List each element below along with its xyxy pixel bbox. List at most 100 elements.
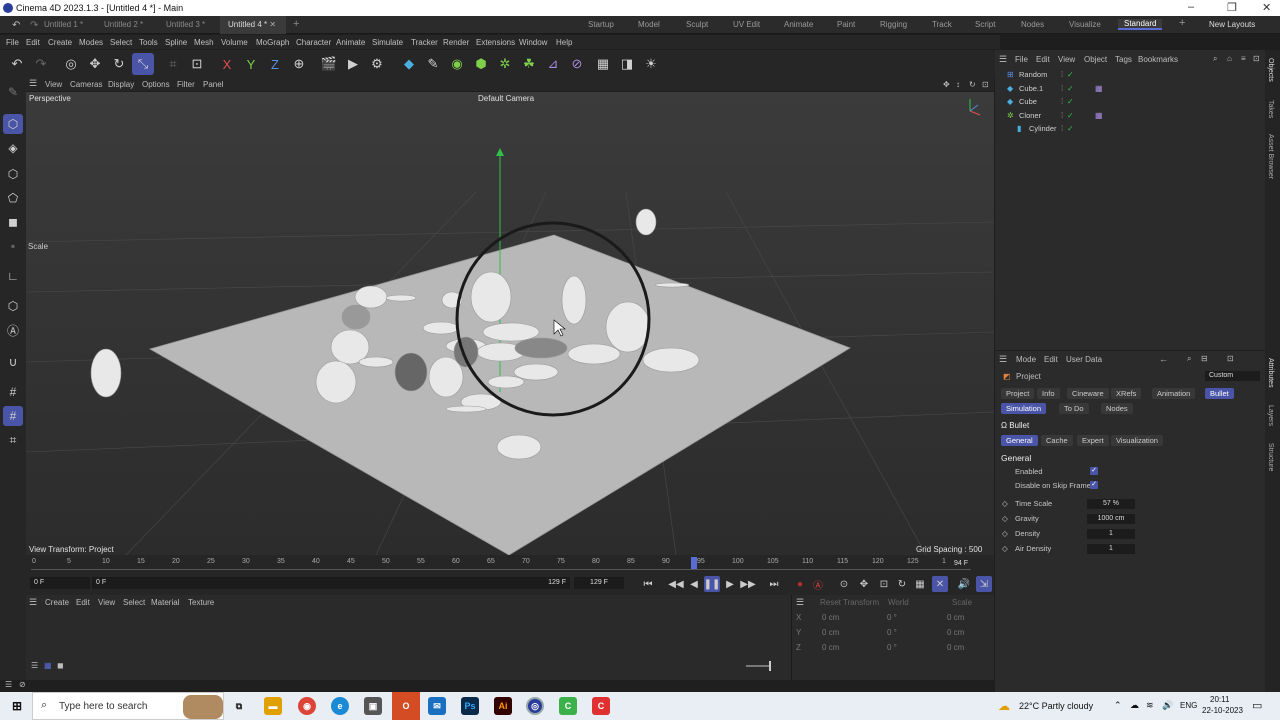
coord-position-field[interactable]: 0 cm: [822, 643, 839, 652]
keyframe-selection-icon[interactable]: ⊙: [836, 576, 852, 592]
obj-new-window-icon[interactable]: ⊡: [1253, 54, 1260, 63]
redo-icon[interactable]: ↷: [30, 53, 52, 75]
layout-uv-edit[interactable]: UV Edit: [733, 20, 760, 29]
interpolation-icon[interactable]: ✕: [932, 576, 948, 592]
viewport-solo-icon[interactable]: Ⓐ: [3, 320, 23, 340]
start-frame-field[interactable]: 0 F: [30, 577, 90, 589]
layout-visualize[interactable]: Visualize: [1069, 20, 1101, 29]
object-row[interactable]: ⊞ Random ⁞ ✓: [995, 68, 1265, 81]
vp-rotate-icon[interactable]: ↻: [969, 80, 976, 89]
sidetab-takes[interactable]: Takes: [1267, 100, 1274, 118]
visibility-dots-icon[interactable]: ⁞: [1061, 97, 1063, 106]
layout-sculpt[interactable]: Sculpt: [686, 20, 708, 29]
obj-home-icon[interactable]: ⌂: [1227, 54, 1232, 63]
attr-tab[interactable]: Bullet: [1205, 388, 1234, 399]
coord-space-select[interactable]: World: [888, 598, 909, 607]
enabled-checkbox[interactable]: ✓: [1090, 467, 1098, 475]
light-icon[interactable]: ☀: [640, 53, 662, 75]
notifications-icon[interactable]: ▭: [1252, 699, 1262, 712]
status-menu-icon[interactable]: ☰: [5, 680, 12, 689]
model-mode-icon[interactable]: ⬡: [3, 114, 23, 134]
texture-mode-icon[interactable]: ◈: [3, 138, 23, 158]
windows-start-icon[interactable]: ⊞: [8, 697, 26, 715]
object-row[interactable]: ▮ Cylinder ⁞ ✓: [995, 122, 1265, 135]
axis-mode-icon[interactable]: ▪: [3, 236, 23, 256]
sidetab-layers[interactable]: Layers: [1267, 405, 1274, 426]
param-value-field[interactable]: 1: [1087, 544, 1135, 554]
skip-frame-checkbox[interactable]: ✓: [1090, 481, 1098, 489]
coord-position-field[interactable]: 0 cm: [822, 613, 839, 622]
make-editable-icon[interactable]: ✎: [3, 82, 23, 102]
object-row[interactable]: ◆ Cube ⁞ ✓: [995, 95, 1265, 108]
obj-search-icon[interactable]: ⌕: [1213, 54, 1217, 64]
attr-subtab[interactable]: Expert: [1077, 435, 1109, 446]
menu-file[interactable]: File: [6, 38, 19, 47]
coord-rotation-field[interactable]: 0 °: [887, 613, 897, 622]
prev-frame-icon[interactable]: ◀: [686, 576, 702, 592]
vp-menu-cameras[interactable]: Cameras: [70, 80, 102, 89]
illustrator-icon[interactable]: Ai: [494, 697, 512, 715]
coord-system-icon[interactable]: ⊡: [186, 53, 208, 75]
add-tab-icon[interactable]: +: [285, 14, 307, 32]
restore-button[interactable]: ❐: [1227, 1, 1237, 14]
object-name[interactable]: Random: [1019, 70, 1047, 79]
layout-script[interactable]: Script: [975, 20, 995, 29]
grid-view-icon[interactable]: ▦: [44, 661, 52, 670]
autokey-icon[interactable]: Ⓐ: [810, 576, 826, 592]
key-scale-icon[interactable]: ⊡: [876, 576, 892, 592]
prev-keyframe-icon[interactable]: ◀◀: [668, 576, 684, 592]
material-menu-icon[interactable]: ☰: [29, 597, 37, 608]
menu-simulate[interactable]: Simulate: [372, 38, 403, 47]
object-name[interactable]: Cylinder: [1029, 124, 1057, 133]
object-row[interactable]: ✲ Cloner ⁞ ✓ ▦: [995, 109, 1265, 122]
attr-subtab[interactable]: Visualization: [1111, 435, 1163, 446]
language-indicator[interactable]: ENG: [1180, 701, 1197, 710]
keyframe-diamond-icon[interactable]: ◇: [1002, 514, 1008, 523]
keyframe-diamond-icon[interactable]: ◇: [1002, 499, 1008, 508]
attr-new-window-icon[interactable]: ⊡: [1227, 354, 1234, 363]
coords-menu-icon[interactable]: ☰: [796, 597, 804, 608]
magnet-icon[interactable]: ∪: [3, 352, 23, 372]
layout-paint[interactable]: Paint: [837, 20, 855, 29]
spline-pen-icon[interactable]: ✎: [422, 53, 444, 75]
extrude-icon[interactable]: ⬢: [470, 53, 492, 75]
menu-mesh[interactable]: Mesh: [194, 38, 214, 47]
undo-icon[interactable]: ↶: [6, 53, 28, 75]
menu-edit[interactable]: Edit: [26, 38, 40, 47]
vp-menu-filter[interactable]: Filter: [177, 80, 195, 89]
attr-search-icon[interactable]: ⌕: [1187, 354, 1191, 364]
menu-volume[interactable]: Volume: [221, 38, 248, 47]
close-window-button[interactable]: ✕: [1262, 1, 1271, 14]
obj-filter-icon[interactable]: ≡: [1241, 54, 1246, 63]
attr-lock-icon[interactable]: ⊟: [1201, 354, 1208, 363]
param-value-field[interactable]: 57 %: [1087, 499, 1135, 509]
grid-snap-icon[interactable]: #: [3, 382, 23, 402]
enabled-check-icon[interactable]: ✓: [1067, 124, 1074, 133]
mograph-effector-icon[interactable]: ☘: [518, 53, 540, 75]
select-tool-icon[interactable]: ◎: [60, 53, 82, 75]
key-rotation-icon[interactable]: ↻: [894, 576, 910, 592]
obj-menu-bookmarks[interactable]: Bookmarks: [1138, 55, 1178, 64]
sound-icon[interactable]: 🔊: [956, 576, 972, 592]
polygons-mode-icon[interactable]: ◼: [3, 212, 23, 232]
edges-mode-icon[interactable]: ⬠: [3, 188, 23, 208]
attr-tab[interactable]: Nodes: [1101, 403, 1133, 414]
attr-tab[interactable]: Animation: [1152, 388, 1196, 399]
menu-tracker[interactable]: Tracker: [411, 38, 438, 47]
move-tool-icon[interactable]: ✥: [84, 53, 106, 75]
reset-transform-button[interactable]: Reset Transform: [820, 598, 879, 607]
param-value-field[interactable]: 1: [1087, 529, 1135, 539]
list-view-icon[interactable]: ☰: [31, 661, 38, 670]
doc-tab-2[interactable]: Untitled 2 *: [96, 16, 151, 34]
menu-window[interactable]: Window: [519, 38, 547, 47]
mat-menu-select[interactable]: Select: [123, 598, 145, 607]
menu-character[interactable]: Character: [296, 38, 331, 47]
3d-viewport[interactable]: Perspective Default Camera Scale View Tr…: [26, 92, 994, 555]
coord-scale-field[interactable]: 0 cm: [947, 628, 964, 637]
attr-preset-select[interactable]: Custom: [1205, 371, 1260, 381]
scale-tool-icon[interactable]: ⤡: [132, 53, 154, 75]
sidetab-asset-browser[interactable]: Asset Browser: [1267, 134, 1274, 179]
viewport-camera-label[interactable]: Default Camera: [478, 94, 534, 103]
coord-rotation-field[interactable]: 0 °: [887, 643, 897, 652]
timeline-settings-icon[interactable]: ⇲: [976, 576, 992, 592]
